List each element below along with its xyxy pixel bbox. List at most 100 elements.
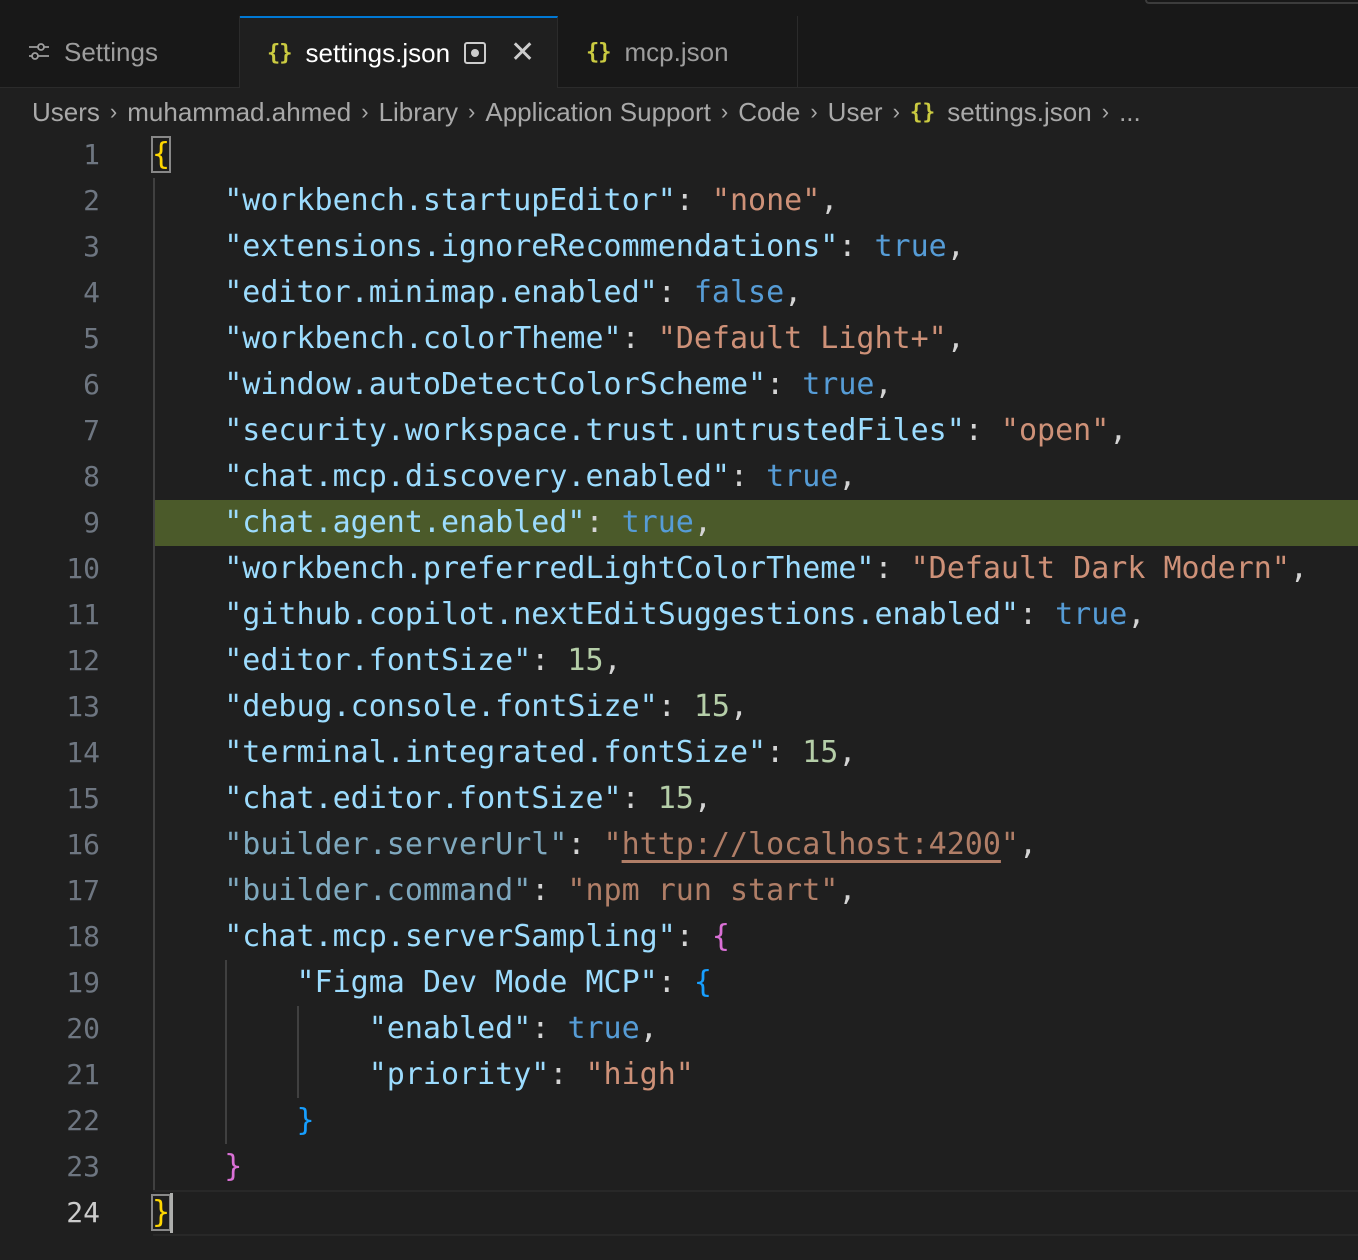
tab-mcp-json[interactable]: {} mcp.json [558, 16, 798, 88]
json-value: true [567, 1011, 640, 1046]
json-key: "workbench.colorTheme" [224, 321, 622, 356]
line-number: 8 [83, 460, 100, 493]
json-key: "chat.mcp.discovery.enabled" [224, 459, 730, 494]
json-key: "workbench.startupEditor" [224, 183, 676, 218]
line-code: "builder.command": "npm run start", [152, 868, 856, 914]
code-line[interactable]: 8 "chat.mcp.discovery.enabled": true, [0, 454, 1358, 500]
code-line[interactable]: 16 "builder.serverUrl": "http://localhos… [0, 822, 1358, 868]
breadcrumb-symbols[interactable]: ... [1119, 97, 1141, 128]
code-line[interactable]: 5 "workbench.colorTheme": "Default Light… [0, 316, 1358, 362]
line-number: 9 [83, 506, 100, 539]
comma: , [1018, 827, 1038, 862]
line-code: "priority": "high" [152, 1052, 694, 1098]
json-value: 15 [567, 643, 604, 678]
title-strip-edge [1145, 0, 1358, 4]
comma: , [946, 321, 965, 356]
code-line[interactable]: 24} [0, 1190, 1358, 1236]
line-number: 15 [66, 782, 100, 815]
line-code: } [150, 1190, 172, 1236]
tab-bar: Settings {} settings.json ✕ {} mcp.json [0, 16, 1358, 88]
json-value: "npm run start" [567, 873, 839, 908]
colon: : [531, 1011, 568, 1046]
colon: : [657, 689, 694, 724]
json-key: "editor.fontSize" [224, 643, 532, 678]
breadcrumb-library[interactable]: Library [379, 97, 458, 128]
code-line[interactable]: 2 "workbench.startupEditor": "none", [0, 178, 1358, 224]
line-number: 24 [66, 1196, 100, 1229]
code-line[interactable]: 11 "github.copilot.nextEditSuggestions.e… [0, 592, 1358, 638]
comma: , [729, 689, 749, 724]
breadcrumb-user-folder[interactable]: muhammad.ahmed [127, 97, 351, 128]
tab-settings[interactable]: Settings [0, 16, 240, 88]
json-key: "security.workspace.trust.untrustedFiles… [224, 413, 965, 448]
line-code: } [152, 1144, 242, 1190]
comma: , [946, 229, 965, 264]
comma: , [639, 1011, 658, 1046]
colon: : [531, 643, 568, 678]
json-value: "Default Dark Modern" [910, 551, 1290, 586]
line-number: 3 [83, 230, 100, 263]
tab-settings-json[interactable]: {} settings.json ✕ [240, 16, 558, 88]
settings-sliders-icon [28, 43, 50, 61]
code-line[interactable]: 23 } [0, 1144, 1358, 1190]
line-number: 7 [83, 414, 100, 447]
json-value: true [874, 229, 947, 264]
code-line[interactable]: 15 "chat.editor.fontSize": 15, [0, 776, 1358, 822]
colon: : [766, 735, 803, 770]
text-cursor [170, 1193, 173, 1233]
line-code: "extensions.ignoreRecommendations": true… [152, 224, 965, 270]
chevron-right-icon: › [109, 99, 118, 124]
code-line[interactable]: 19 "Figma Dev Mode MCP": { [0, 960, 1358, 1006]
chevron-right-icon: › [810, 99, 818, 124]
json-value: 15 [693, 689, 730, 724]
code-editor[interactable]: 1{2 "workbench.startupEditor": "none", 3 … [0, 132, 1358, 1260]
code-line[interactable]: 3 "extensions.ignoreRecommendations": tr… [0, 224, 1358, 270]
code-line[interactable]: 10 "workbench.preferredLightColorTheme":… [0, 546, 1358, 592]
line-code: "github.copilot.nextEditSuggestions.enab… [152, 592, 1145, 638]
code-line[interactable]: 1{ [0, 132, 1358, 178]
json-value: false [693, 275, 785, 310]
line-number: 14 [66, 736, 100, 769]
open-brace: { [711, 919, 730, 954]
code-line[interactable]: 18 "chat.mcp.serverSampling": { [0, 914, 1358, 960]
close-icon[interactable]: ✕ [510, 38, 535, 68]
chevron-right-icon: › [1101, 99, 1110, 124]
json-braces-icon: {} [267, 40, 292, 66]
breadcrumb-application-support[interactable]: Application Support [485, 97, 710, 128]
code-line[interactable]: 6 "window.autoDetectColorScheme": true, [0, 362, 1358, 408]
line-number: 11 [66, 598, 100, 631]
breadcrumb-code[interactable]: Code [738, 97, 800, 128]
code-line[interactable]: 9 "chat.agent.enabled": true, [0, 500, 1358, 546]
colon: : [657, 275, 694, 310]
indent-guide [297, 1006, 299, 1098]
tab-settings-label: Settings [64, 36, 158, 67]
code-line[interactable]: 22 } [0, 1098, 1358, 1144]
breadcrumb-users[interactable]: Users [32, 97, 100, 128]
comma: , [693, 505, 712, 540]
code-line[interactable]: 12 "editor.fontSize": 15, [0, 638, 1358, 684]
json-key: "extensions.ignoreRecommendations" [224, 229, 839, 264]
json-value: 15 [802, 735, 839, 770]
line-number: 22 [66, 1104, 100, 1137]
code-line[interactable]: 13 "debug.console.fontSize": 15, [0, 684, 1358, 730]
code-line[interactable]: 4 "editor.minimap.enabled": false, [0, 270, 1358, 316]
code-line[interactable]: 21 "priority": "high" [0, 1052, 1358, 1098]
line-code: "window.autoDetectColorScheme": true, [152, 362, 892, 408]
code-line[interactable]: 7 "security.workspace.trust.untrustedFil… [0, 408, 1358, 454]
code-line[interactable]: 20 "enabled": true, [0, 1006, 1358, 1052]
json-value: "none" [711, 183, 821, 218]
code-line[interactable]: 14 "terminal.integrated.fontSize": 15, [0, 730, 1358, 776]
comma: , [784, 275, 803, 310]
breadcrumb-user[interactable]: User [828, 97, 883, 128]
colon: : [874, 551, 911, 586]
breadcrumb-settings-json[interactable]: settings.json [947, 97, 1092, 128]
code-line[interactable]: 17 "builder.command": "npm run start", [0, 868, 1358, 914]
